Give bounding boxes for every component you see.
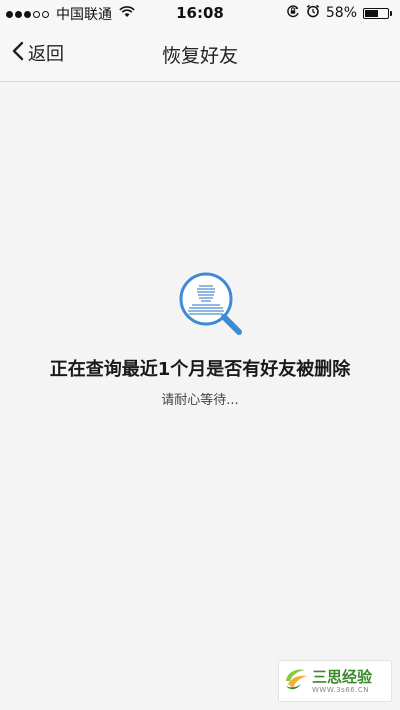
battery-body [363,7,389,19]
alarm-icon [306,4,320,22]
status-bar: 中国联通 16:08 58% [0,0,400,26]
status-message-title: 正在查询最近1个月是否有好友被删除 [49,359,351,380]
watermark: 三思经验 WWW.3s66.CN [278,660,392,702]
watermark-logo-icon [283,666,309,692]
status-right: 58% [280,4,392,22]
battery-tip [390,10,392,16]
watermark-url: WWW.3s66.CN [312,686,370,694]
main-content: 正在查询最近1个月是否有好友被删除 请耐心等待... [0,82,400,710]
page-title: 恢复好友 [161,45,238,67]
rotation-lock-icon [286,4,300,22]
navigation-bar: 返回 恢复好友 [0,26,400,82]
watermark-name: 三思经验 [312,668,373,686]
search-user-icon [177,270,247,340]
battery-fill [365,9,378,17]
screen: 中国联通 16:08 58% 返回 恢复好友 正在查询最近1个月是否有好友被删除… [0,0,400,710]
battery-percent: 58% [325,5,357,21]
status-message-subtitle: 请耐心等待... [161,393,239,408]
battery-icon [363,7,392,19]
